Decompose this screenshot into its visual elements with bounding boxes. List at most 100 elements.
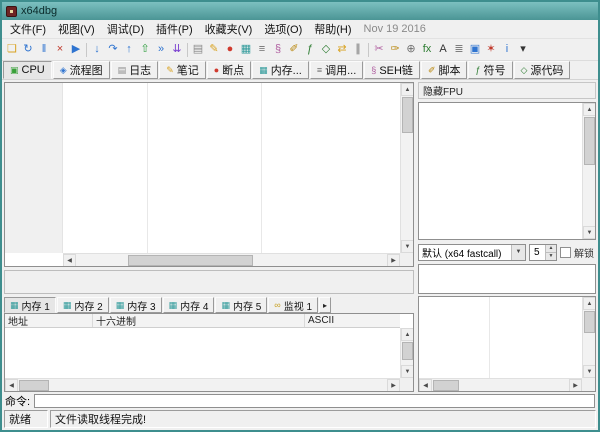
source-window-icon[interactable]: ◇ <box>318 41 334 58</box>
references-window-icon[interactable]: ⇄ <box>334 41 350 58</box>
menu-item[interactable]: 帮助(H) <box>308 20 357 38</box>
tab-dump-4[interactable]: ▦内存 4 <box>163 297 215 313</box>
breakpoints-window-icon[interactable]: ● <box>222 41 238 58</box>
bug-report-icon[interactable]: ✶ <box>483 41 499 58</box>
tab-cpu[interactable]: ▣CPU <box>3 61 52 79</box>
comment-edit-icon[interactable]: ✑ <box>387 41 403 58</box>
gui-monitor-icon[interactable]: ▣ <box>467 41 483 58</box>
stack-hscrollbar[interactable]: ◀ ▶ <box>419 378 582 391</box>
scroll-up-icon[interactable]: ▲ <box>401 328 414 341</box>
scrollbar-thumb[interactable] <box>128 255 253 266</box>
unlock-checkbox[interactable] <box>560 247 571 258</box>
appearance-icon[interactable]: A <box>435 41 451 58</box>
log-window-icon[interactable]: ▤ <box>190 41 206 58</box>
step-into-icon[interactable]: ↓ <box>89 41 105 58</box>
symbols-window-icon[interactable]: ƒ <box>302 41 318 58</box>
run-icon[interactable]: ▶ <box>68 41 84 58</box>
memory-dump-panel[interactable]: 地址 十六进制 ASCII ▲ ▼ ◀ ▶ <box>4 313 414 392</box>
tab-graph[interactable]: ◈流程图 <box>53 61 110 79</box>
overflow-icon[interactable]: ▾ <box>515 41 531 58</box>
dump-vscrollbar[interactable]: ▲ ▼ <box>400 328 413 378</box>
chevron-down-icon[interactable]: ▼ <box>511 245 525 260</box>
threads-window-icon[interactable]: ∥ <box>350 41 366 58</box>
scrollbar-thumb[interactable] <box>584 311 595 333</box>
scroll-down-icon[interactable]: ▼ <box>401 240 414 253</box>
scroll-right-icon[interactable]: ▶ <box>569 379 582 392</box>
scroll-up-icon[interactable]: ▲ <box>583 103 596 116</box>
call-stack-window-icon[interactable]: ≡ <box>254 41 270 58</box>
command-input[interactable] <box>34 394 595 408</box>
tab-dump-5[interactable]: ▦内存 5 <box>215 297 267 313</box>
scrollbar-thumb[interactable] <box>433 380 459 391</box>
scroll-up-icon[interactable]: ▲ <box>401 83 414 96</box>
scroll-right-icon[interactable]: ▶ <box>387 379 400 392</box>
disassembly-hscrollbar[interactable]: ◀ ▶ <box>63 253 400 266</box>
scroll-left-icon[interactable]: ◀ <box>63 254 76 267</box>
tab-log[interactable]: ▤日志 <box>111 61 159 79</box>
menu-item[interactable]: 调试(D) <box>101 20 150 38</box>
tab-dump-1[interactable]: ▦内存 1 <box>4 297 56 313</box>
disassembly-panel[interactable]: ▲ ▼ ◀ ▶ <box>4 82 414 267</box>
stack-vscrollbar[interactable]: ▲ ▼ <box>582 297 595 378</box>
tab-memory-map[interactable]: ▦内存... <box>252 61 309 79</box>
dump-hscrollbar[interactable]: ◀ ▶ <box>5 378 400 391</box>
tab-scroll-right-icon[interactable]: ▸ <box>319 297 331 313</box>
menu-item[interactable]: 插件(P) <box>150 20 199 38</box>
step-over-icon[interactable]: ↷ <box>105 41 121 58</box>
scroll-left-icon[interactable]: ◀ <box>419 379 432 392</box>
patches-icon[interactable]: ✂ <box>371 41 387 58</box>
menu-item[interactable]: 视图(V) <box>52 20 101 38</box>
trace-icon[interactable]: ⇊ <box>169 41 185 58</box>
memory-map-window-icon[interactable]: ▦ <box>238 41 254 58</box>
restart-icon[interactable]: ↻ <box>20 41 36 58</box>
run-to-return-icon[interactable]: ⇧ <box>137 41 153 58</box>
tab-dump-3[interactable]: ▦内存 3 <box>110 297 162 313</box>
notes-window-icon[interactable]: ✎ <box>206 41 222 58</box>
scroll-right-icon[interactable]: ▶ <box>387 254 400 267</box>
title-bar[interactable]: x64dbg <box>2 2 598 20</box>
hide-fpu-button[interactable]: 隐藏FPU <box>418 82 596 99</box>
tab-dump-2[interactable]: ▦内存 2 <box>57 297 109 313</box>
tab-source[interactable]: ◇源代码 <box>514 61 571 79</box>
tab-call-stack[interactable]: ≡调用... <box>310 61 363 79</box>
scroll-down-icon[interactable]: ▼ <box>583 365 596 378</box>
scrollbar-thumb[interactable] <box>402 97 413 133</box>
tab-symbols[interactable]: ƒ符号 <box>468 61 512 79</box>
tab-script[interactable]: ✐脚本 <box>421 61 468 79</box>
scrollbar-thumb[interactable] <box>584 117 595 165</box>
stack-panel[interactable]: ▲ ▼ ◀ ▶ <box>418 296 596 392</box>
arg-count-spinner[interactable]: 5 ▲ ▼ <box>529 244 557 261</box>
open-file-icon[interactable]: ❏ <box>4 41 20 58</box>
menu-item[interactable]: 文件(F) <box>4 20 52 38</box>
tab-notes[interactable]: ✎笔记 <box>159 61 206 79</box>
scroll-left-icon[interactable]: ◀ <box>5 379 18 392</box>
seh-window-icon[interactable]: § <box>270 41 286 58</box>
scrollbar-thumb[interactable] <box>402 342 413 360</box>
scroll-up-icon[interactable]: ▲ <box>583 297 596 310</box>
attach-icon[interactable]: ⊕ <box>403 41 419 58</box>
registers-panel[interactable]: ▲ ▼ <box>418 102 596 240</box>
pause-icon[interactable]: ‖ <box>36 41 52 58</box>
scrollbar-thumb[interactable] <box>19 380 49 391</box>
script-window-icon[interactable]: ✐ <box>286 41 302 58</box>
step-out-icon[interactable]: ↑ <box>121 41 137 58</box>
scroll-down-icon[interactable]: ▼ <box>583 226 596 239</box>
help-info-icon[interactable]: i <box>499 41 515 58</box>
skip-next-icon[interactable]: » <box>153 41 169 58</box>
settings-icon[interactable]: ≣ <box>451 41 467 58</box>
registers-vscrollbar[interactable]: ▲ ▼ <box>582 103 595 239</box>
disassembly-vscrollbar[interactable]: ▲ ▼ <box>400 83 413 253</box>
close-icon[interactable]: × <box>52 41 68 58</box>
calling-convention-select[interactable]: 默认 (x64 fastcall) ▼ <box>418 244 526 261</box>
tab-breakpoints[interactable]: ●断点 <box>207 61 251 79</box>
calculator-fx-icon[interactable]: fx <box>419 41 435 58</box>
spin-down-icon[interactable]: ▼ <box>545 253 556 260</box>
menu-item[interactable]: 收藏夹(V) <box>199 20 259 38</box>
spin-up-icon[interactable]: ▲ <box>545 245 556 253</box>
menu-item[interactable]: 选项(O) <box>258 20 308 38</box>
tab-watch-1[interactable]: ∞监视 1 <box>268 297 318 313</box>
tab-seh[interactable]: §SEH链 <box>364 61 420 79</box>
scroll-down-icon[interactable]: ▼ <box>401 365 414 378</box>
spinner-buttons[interactable]: ▲ ▼ <box>545 245 556 260</box>
toolbar-separator <box>86 43 87 57</box>
